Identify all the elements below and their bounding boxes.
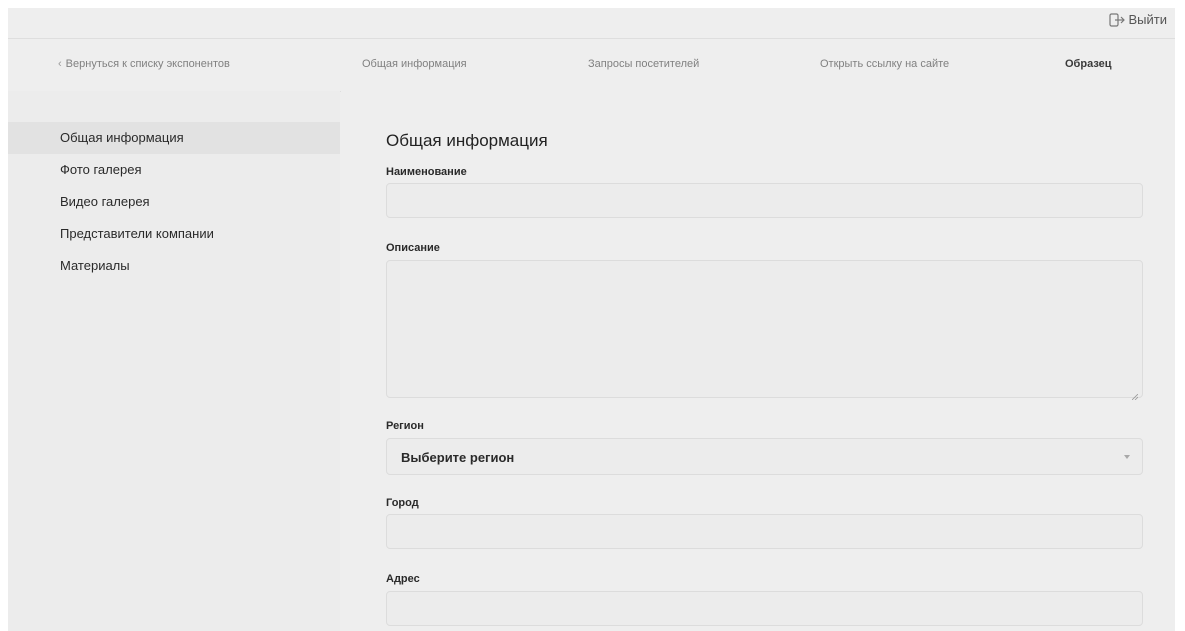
sidebar-item-video-gallery[interactable]: Видео галерея	[8, 186, 340, 218]
sidebar-item-photo-gallery[interactable]: Фото галерея	[8, 154, 340, 186]
address-field[interactable]	[386, 591, 1143, 626]
address-label: Адрес	[386, 573, 420, 585]
logout-icon	[1108, 12, 1125, 27]
sidebar-item-materials[interactable]: Материалы	[8, 250, 340, 282]
navigation-bar: ‹ Вернуться к списку экспонентов Общая и…	[8, 38, 1175, 92]
sidebar-item-representatives[interactable]: Представители компании	[8, 218, 340, 250]
logout-button[interactable]: Выйти	[1108, 12, 1168, 27]
sidebar-item-general-info[interactable]: Общая информация	[8, 122, 340, 154]
resize-grip-icon[interactable]	[1131, 387, 1139, 401]
description-label: Описание	[386, 242, 440, 254]
city-field[interactable]	[386, 514, 1143, 549]
description-field[interactable]	[386, 260, 1143, 401]
back-to-exhibitors-link[interactable]: ‹ Вернуться к списку экспонентов	[58, 58, 230, 70]
app-frame: Выйти ‹ Вернуться к списку экспонентов О…	[8, 8, 1175, 631]
name-field[interactable]	[386, 183, 1143, 218]
logout-label: Выйти	[1128, 12, 1168, 27]
nav-sample[interactable]: Образец	[1065, 58, 1112, 70]
page-title: Общая информация	[386, 131, 548, 150]
back-link-label: Вернуться к списку экспонентов	[65, 58, 230, 70]
name-label: Наименование	[386, 166, 467, 178]
chevron-left-icon: ‹	[58, 58, 62, 70]
nav-general-info[interactable]: Общая информация	[362, 58, 467, 70]
city-label: Город	[386, 497, 419, 509]
region-selected-value: Выберите регион	[401, 450, 515, 465]
nav-visitor-requests[interactable]: Запросы посетителей	[588, 58, 699, 70]
main-content: Общая информация Наименование Описание Р…	[341, 91, 1175, 631]
sidebar: Общая информация Фото галерея Видео гале…	[8, 91, 340, 631]
chevron-down-icon	[1124, 455, 1130, 459]
top-bar: Выйти	[8, 8, 1175, 37]
nav-open-site-link[interactable]: Открыть ссылку на сайте	[820, 58, 949, 70]
region-select[interactable]: Выберите регион	[386, 438, 1143, 475]
region-label: Регион	[386, 420, 424, 432]
